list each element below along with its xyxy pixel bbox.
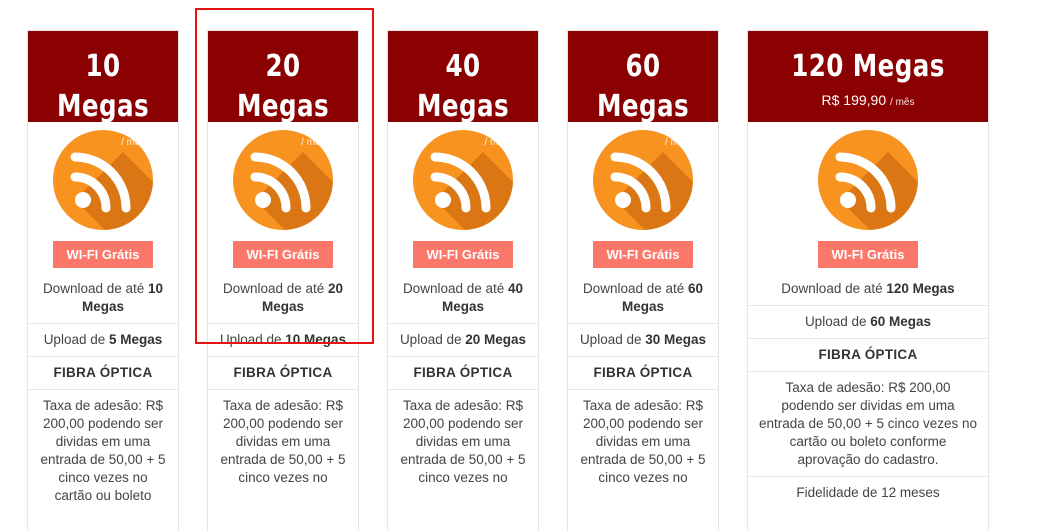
fiber-feature: FIBRA ÓPTICA [748, 339, 988, 372]
upload-value: 5 Megas [109, 332, 163, 347]
download-feature: Download de até 10 Megas [28, 269, 178, 324]
upload-prefix: Upload de [399, 332, 462, 347]
plan-header: 40 Megas R$ 119,90 / mês [388, 31, 538, 148]
upload-prefix: Upload de [579, 332, 642, 347]
price-period: / mês [484, 137, 509, 148]
plan-card-60-megas: 60 Megas R$ 149,90 / mês WI-FI Grátis Do… [567, 30, 719, 531]
fiber-feature: FIBRA ÓPTICA [208, 357, 358, 390]
upload-value: 60 Megas [870, 314, 932, 329]
plan-name: 40 Megas [416, 49, 510, 124]
wifi-badge: WI-FI Grátis [592, 241, 694, 268]
wifi-signal-icon [818, 130, 918, 230]
plan-name: 10 Megas [56, 49, 150, 124]
download-feature: Download de até 60 Megas [568, 269, 718, 324]
badge-row: WI-FI Grátis [748, 241, 988, 269]
icon-wrap [748, 122, 988, 230]
download-prefix: Download de até [402, 281, 505, 296]
plan-header: 20 Megas R$ 89,90 / mês [208, 31, 358, 148]
download-feature: Download de até 20 Megas [208, 269, 358, 324]
plan-header: 120 Megas R$ 199,90 / mês [748, 31, 988, 122]
fiber-feature: FIBRA ÓPTICA [388, 357, 538, 390]
upload-value: 30 Megas [645, 332, 707, 347]
download-feature: Download de até 120 Megas [748, 269, 988, 306]
upload-feature: Upload de 10 Megas [208, 324, 358, 357]
badge-row: WI-FI Grátis [208, 241, 358, 269]
download-prefix: Download de até [42, 281, 145, 296]
plan-card-20-megas: 20 Megas R$ 89,90 / mês WI-FI Grátis Dow… [207, 30, 359, 531]
wifi-badge: WI-FI Grátis [52, 241, 154, 268]
fee-feature: Taxa de adesão: R$ 200,00 podendo ser di… [580, 398, 706, 485]
price-period: / mês [301, 137, 326, 148]
plan-name: 120 Megas [791, 49, 945, 84]
fiber-feature: FIBRA ÓPTICA [28, 357, 178, 390]
upload-feature: Upload de 60 Megas [748, 306, 988, 339]
download-value: 120 Megas [886, 281, 955, 296]
upload-value: 20 Megas [465, 332, 527, 347]
fee-feature: Taxa de adesão: R$ 200,00 podendo ser di… [748, 372, 988, 477]
plan-name: 20 Megas [236, 49, 330, 124]
price-amount: R$ 199,90 [821, 92, 887, 108]
wifi-badge: WI-FI Grátis [817, 241, 919, 268]
plan-card-40-megas: 40 Megas R$ 119,90 / mês WI-FI Grátis Do… [387, 30, 539, 531]
upload-feature: Upload de 5 Megas [28, 324, 178, 357]
price-period: / mês [890, 97, 915, 108]
badge-row: WI-FI Grátis [28, 241, 178, 269]
download-prefix: Download de até [781, 281, 883, 296]
fee-feature: Taxa de adesão: R$ 200,00 podendo ser di… [220, 398, 346, 485]
fee-feature: Taxa de adesão: R$ 200,00 podendo ser di… [40, 398, 166, 503]
upload-prefix: Upload de [43, 332, 106, 347]
upload-feature: Upload de 30 Megas [568, 324, 718, 357]
download-prefix: Download de até [582, 281, 685, 296]
upload-feature: Upload de 20 Megas [388, 324, 538, 357]
plan-card-10-megas: 10 Megas R$ 69,90 / mês WI-FI Grátis Dow… [27, 30, 179, 531]
icon-wrap [208, 122, 358, 230]
upload-prefix: Upload de [219, 332, 282, 347]
download-feature: Download de até 40 Megas [388, 269, 538, 324]
plan-name: 60 Megas [596, 49, 690, 124]
badge-row: WI-FI Grátis [568, 241, 718, 269]
plan-price: R$ 199,90 / mês [748, 92, 988, 111]
plan-header: 60 Megas R$ 149,90 / mês [568, 31, 718, 148]
wifi-badge: WI-FI Grátis [232, 241, 334, 268]
fee-feature: Taxa de adesão: R$ 200,00 podendo ser di… [400, 398, 526, 485]
icon-wrap [388, 122, 538, 230]
icon-wrap [28, 122, 178, 230]
badge-row: WI-FI Grátis [388, 241, 538, 269]
plan-card-120-megas: 120 Megas R$ 199,90 / mês WI-FI Grátis D… [747, 30, 989, 531]
upload-prefix: Upload de [804, 314, 867, 329]
plan-header: 10 Megas R$ 69,90 / mês [28, 31, 178, 148]
price-period: / mês [121, 137, 146, 148]
icon-wrap [568, 122, 718, 230]
wifi-badge: WI-FI Grátis [412, 241, 514, 268]
upload-value: 10 Megas [285, 332, 347, 347]
price-period: / mês [665, 137, 690, 148]
fiber-feature: FIBRA ÓPTICA [568, 357, 718, 390]
download-prefix: Download de até [222, 281, 325, 296]
loyalty-feature: Fidelidade de 12 meses [796, 485, 940, 500]
